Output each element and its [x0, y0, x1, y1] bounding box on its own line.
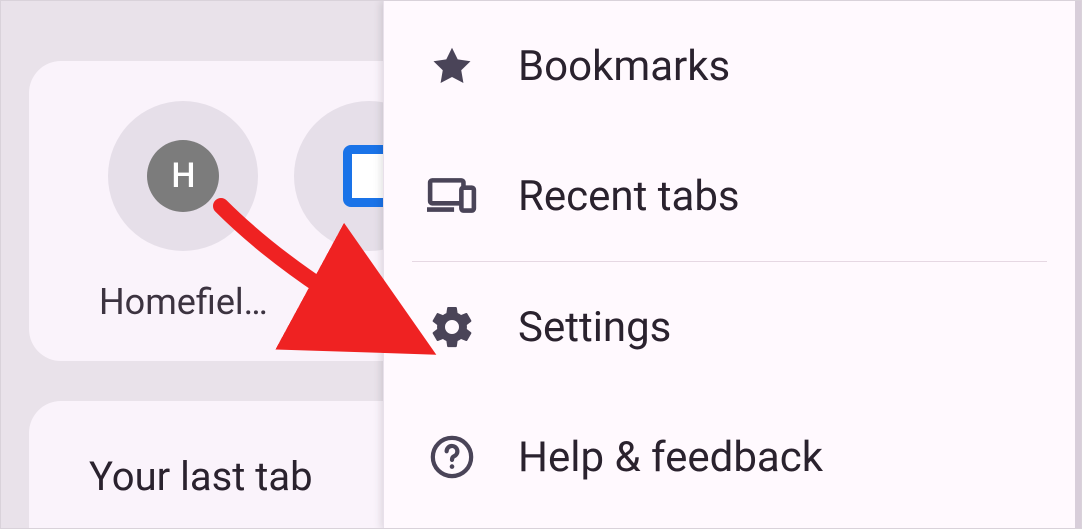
menu-item-bookmarks[interactable]: Bookmarks	[384, 1, 1075, 131]
help-icon	[424, 434, 480, 480]
shortcut-homefield[interactable]: H Homefiel…	[99, 101, 268, 323]
menu-item-label: Bookmarks	[518, 42, 730, 91]
screen-root: H Homefiel… Board… Your last tab Bookmar…	[0, 0, 1082, 529]
gear-icon	[424, 303, 480, 351]
devices-icon	[424, 175, 480, 217]
menu-item-help-feedback[interactable]: Help & feedback	[384, 392, 1075, 522]
shortcut-icon-wrap: H	[108, 101, 258, 251]
scrollbar-track[interactable]	[1075, 1, 1081, 529]
menu-item-settings[interactable]: Settings	[384, 262, 1075, 392]
menu-item-label: Recent tabs	[518, 172, 740, 221]
menu-item-recent-tabs[interactable]: Recent tabs	[384, 131, 1075, 261]
menu-item-label: Help & feedback	[518, 433, 823, 482]
overflow-menu: Bookmarks Recent tabs Settings	[383, 1, 1075, 529]
star-icon	[424, 43, 480, 89]
menu-item-label: Settings	[518, 303, 671, 352]
shortcut-label: Homefiel…	[99, 281, 268, 323]
site-initial-badge: H	[147, 140, 219, 212]
